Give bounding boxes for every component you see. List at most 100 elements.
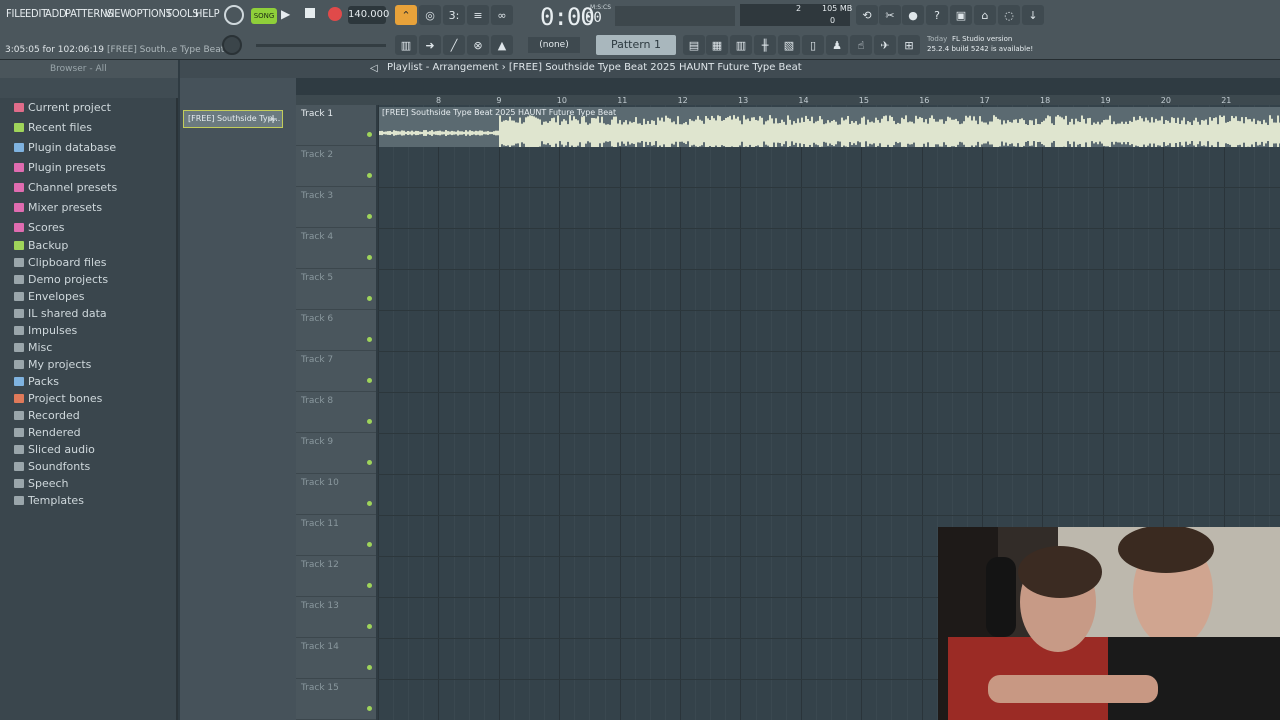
record-icon[interactable] [328, 7, 342, 21]
track-header[interactable]: Track 14 [296, 638, 376, 679]
track-mute-led[interactable] [367, 583, 372, 588]
track-mute-led[interactable] [367, 706, 372, 711]
track-mute-led[interactable] [367, 173, 372, 178]
arrow-icon[interactable]: ➜ [419, 35, 441, 55]
help-icon[interactable]: ? [926, 5, 948, 25]
track-header[interactable]: Track 1 [296, 105, 376, 146]
track-mute-led[interactable] [367, 460, 372, 465]
mixer-icon[interactable]: ╫ [754, 35, 776, 55]
track-mute-led[interactable] [367, 132, 372, 137]
menu-add[interactable]: ADD [45, 7, 67, 20]
browser-item[interactable]: My projects [14, 358, 91, 371]
browser-item[interactable]: Packs [14, 375, 59, 388]
browser-item[interactable]: Current project [14, 101, 111, 114]
browser-item[interactable]: Rendered [14, 426, 81, 439]
browser-item[interactable]: Plugin presets [14, 161, 106, 174]
learn-icon[interactable]: ✈ [874, 35, 896, 55]
files-icon[interactable]: ▯ [802, 35, 824, 55]
browser-item[interactable]: Templates [14, 494, 84, 507]
browser-item[interactable]: Scores [14, 221, 65, 234]
track-header[interactable]: Track 13 [296, 597, 376, 638]
undo-history-icon[interactable]: ⟲ [856, 5, 878, 25]
pitch-knob[interactable] [222, 35, 242, 55]
loop-record-icon[interactable]: ∞ [491, 5, 513, 25]
track-mute-led[interactable] [367, 624, 372, 629]
track-mute-led[interactable] [367, 501, 372, 506]
song-mode-toggle[interactable]: SONG [251, 8, 277, 24]
save-icon[interactable]: ▣ [950, 5, 972, 25]
countdown-icon[interactable]: 3: [443, 5, 465, 25]
cart-icon[interactable]: ⊞ [898, 35, 920, 55]
track-mute-led[interactable] [367, 542, 372, 547]
track-mute-led[interactable] [367, 255, 372, 260]
browser-item[interactable]: Recorded [14, 409, 80, 422]
metronome-icon[interactable]: ⌃ [395, 5, 417, 25]
track-header[interactable]: Track 12 [296, 556, 376, 597]
track-header[interactable]: Track 10 [296, 474, 376, 515]
menu-edit[interactable]: EDIT [25, 7, 47, 20]
step-edit-icon[interactable]: ≡ [467, 5, 489, 25]
browser-item[interactable]: Speech [14, 477, 69, 490]
play-icon[interactable]: ▶ [281, 7, 290, 21]
browser-item[interactable]: Demo projects [14, 273, 108, 286]
plugin-icon[interactable]: ⌂ [974, 5, 996, 25]
track-header[interactable]: Track 4 [296, 228, 376, 269]
brush-icon[interactable]: ╱ [443, 35, 465, 55]
browser-item[interactable]: Soundfonts [14, 460, 90, 473]
browser-item[interactable]: Channel presets [14, 181, 117, 194]
download-icon[interactable]: ↓ [1022, 5, 1044, 25]
track-header[interactable]: Track 3 [296, 187, 376, 228]
browser-item[interactable]: Mixer presets [14, 201, 102, 214]
track-mute-led[interactable] [367, 296, 372, 301]
pattern-selector[interactable]: Pattern 1 [596, 35, 676, 55]
track-mute-led[interactable] [367, 665, 372, 670]
menu-view[interactable]: VIEW [105, 7, 130, 20]
stamp-icon[interactable]: ▲ [491, 35, 513, 55]
stop-icon[interactable] [305, 8, 315, 18]
browser-item[interactable]: Backup [14, 239, 68, 252]
channel-rack-icon[interactable]: ▦ [706, 35, 728, 55]
browser-item[interactable]: Clipboard files [14, 256, 107, 269]
browser-icon[interactable]: ▧ [778, 35, 800, 55]
menu-tools[interactable]: TOOLS [166, 7, 199, 20]
track-header[interactable]: Track 8 [296, 392, 376, 433]
touch-icon[interactable]: ☝ [850, 35, 872, 55]
browser-item[interactable]: IL shared data [14, 307, 107, 320]
browser-item[interactable]: Sliced audio [14, 443, 95, 456]
mic-icon[interactable]: ● [902, 5, 924, 25]
track-header[interactable]: Track 5 [296, 269, 376, 310]
news-line2[interactable]: 25.2.4 build 5242 is available! [927, 45, 1033, 53]
browser-item[interactable]: Recent files [14, 121, 92, 134]
browser-item[interactable]: Project bones [14, 392, 102, 405]
plugin-picker-icon[interactable]: ♟ [826, 35, 848, 55]
track-header[interactable]: Track 9 [296, 433, 376, 474]
menu-file[interactable]: FILE [6, 7, 26, 20]
cut-tool-icon[interactable]: ✂ [879, 5, 901, 25]
wait-icon[interactable]: ◎ [419, 5, 441, 25]
keyboard-icon[interactable]: ▥ [395, 35, 417, 55]
track-mute-led[interactable] [367, 337, 372, 342]
master-volume-knob[interactable] [224, 5, 244, 25]
chat-icon[interactable]: ◌ [998, 5, 1020, 25]
playlist-icon[interactable]: ▤ [683, 35, 705, 55]
track-header[interactable]: Track 6 [296, 310, 376, 351]
track-mute-led[interactable] [367, 214, 372, 219]
browser-item[interactable]: Envelopes [14, 290, 84, 303]
tempo-display[interactable]: 140.000 [348, 6, 389, 24]
track-header[interactable]: Track 7 [296, 351, 376, 392]
browser-item[interactable]: Misc [14, 341, 52, 354]
track-header[interactable]: Track 15 [296, 679, 376, 720]
track-header[interactable]: Track 2 [296, 146, 376, 187]
track-header[interactable]: Track 11 [296, 515, 376, 556]
playlist-menu-icon[interactable]: ◁ [370, 63, 378, 74]
master-pitch-slider[interactable] [256, 44, 386, 47]
snap-select[interactable]: (none) [528, 37, 580, 53]
piano-roll-icon[interactable]: ▥ [730, 35, 752, 55]
track-mute-led[interactable] [367, 378, 372, 383]
link-icon[interactable]: ⊗ [467, 35, 489, 55]
track-mute-led[interactable] [367, 419, 372, 424]
add-icon[interactable]: + [268, 112, 278, 126]
browser-item[interactable]: Impulses [14, 324, 77, 337]
browser-item[interactable]: Plugin database [14, 141, 116, 154]
menu-help[interactable]: HELP [195, 7, 220, 20]
